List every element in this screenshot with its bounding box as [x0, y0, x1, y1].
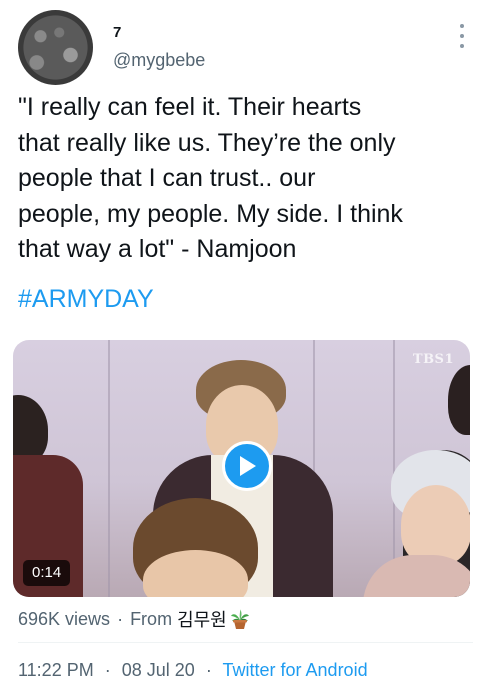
person-front-right-face — [401, 485, 470, 565]
tweet-timestamp-line: 11:22 PM · 08 Jul 20 · Twitter for Andro… — [18, 660, 368, 681]
separator-dot: · — [104, 660, 111, 680]
divider — [18, 642, 473, 643]
play-icon — [240, 456, 256, 476]
tweet-text: "I really can feel it. Their hearts that… — [18, 93, 403, 263]
display-name[interactable]: 7 — [113, 24, 121, 41]
client-link[interactable]: Twitter for Android — [223, 660, 368, 680]
avatar[interactable] — [18, 10, 93, 85]
user-handle[interactable]: @mygbebe — [113, 50, 205, 71]
background-wall-line — [108, 340, 110, 597]
tweet-header: 7 @mygbebe — [18, 10, 473, 85]
more-options-icon[interactable] — [457, 24, 467, 48]
video-player[interactable]: TBS1 0:14 — [13, 340, 470, 597]
person-right-hair — [448, 365, 470, 435]
broadcaster-watermark: TBS1 — [412, 352, 454, 367]
tweet-time[interactable]: 11:22 PM — [18, 660, 94, 680]
separator-dot: · — [117, 608, 124, 629]
from-label: From — [130, 608, 173, 629]
play-button[interactable] — [222, 441, 272, 491]
potted-plant-icon — [230, 608, 250, 630]
person-front-right-body — [363, 555, 470, 597]
source-account-name[interactable]: 김무원 — [177, 606, 227, 632]
separator-dot: · — [205, 660, 212, 680]
view-count: 696K views — [18, 608, 111, 629]
tweet-date[interactable]: 08 Jul 20 — [122, 660, 195, 680]
video-duration-badge: 0:14 — [23, 560, 71, 586]
hashtag-link[interactable]: #ARMYDAY — [18, 285, 154, 314]
view-count-line: 696K views · From 김무원 — [18, 606, 250, 632]
